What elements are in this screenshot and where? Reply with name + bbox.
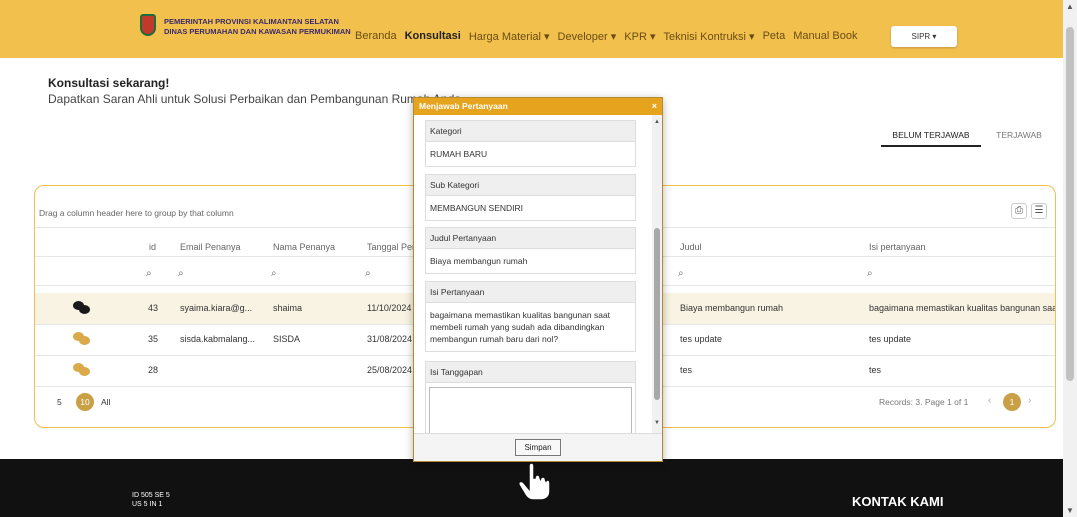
isi-pertanyaan-value: bagaimana memastikan kualitas bangunan s…: [426, 303, 635, 351]
nav-item-harga-material[interactable]: Harga Material ▾: [469, 30, 550, 43]
filter-search-icon[interactable]: ⌕: [146, 268, 152, 279]
brand-text[interactable]: PEMERINTAH PROVINSI KALIMANTAN SELATAN D…: [164, 17, 351, 37]
visitor-stats-line-1: ID 505 SE 5: [132, 492, 170, 499]
cell-id: 28: [148, 365, 159, 375]
chat-bubble-front: [79, 367, 90, 376]
page-size-10[interactable]: 10: [76, 393, 94, 411]
page-number[interactable]: 1: [1003, 393, 1021, 411]
nav-item-teknisi-kontruksi[interactable]: Teknisi Kontruksi ▾: [663, 30, 754, 43]
cell-tanggal: 31/08/2024: [367, 334, 413, 344]
cell-isi: tes update: [869, 334, 912, 344]
save-button[interactable]: Simpan: [515, 439, 561, 456]
dialog-footer: Simpan: [414, 433, 662, 461]
kategori-label: Kategori: [426, 121, 635, 142]
nav-item-kpr[interactable]: KPR ▾: [624, 30, 655, 43]
tab-belum-terjawab[interactable]: BELUM TERJAWAB: [881, 124, 981, 147]
judul-field: Judul Pertanyaan Biaya membangun rumah: [425, 227, 636, 274]
brand-line-2: DINAS PERUMAHAN DAN KAWASAN PERMUKIMAN: [164, 27, 351, 36]
contact-heading: KONTAK KAMI: [852, 494, 944, 509]
page-scrollbar-thumb[interactable]: [1066, 27, 1074, 381]
nav-item-peta[interactable]: Peta: [763, 30, 786, 43]
chat-bubble-front: [79, 336, 90, 345]
kategori-value: RUMAH BARU: [426, 142, 635, 166]
cell-id: 35: [148, 334, 159, 344]
scroll-up-icon[interactable]: ▲: [654, 119, 660, 125]
judul-value: Biaya membangun rumah: [426, 249, 635, 273]
subkategori-field: Sub Kategori MEMBANGUN SENDIRI: [425, 174, 636, 221]
page-subtitle: Dapatkan Saran Ahli untuk Solusi Perbaik…: [48, 92, 461, 106]
scroll-up-icon[interactable]: ▲: [1066, 2, 1074, 11]
chat-bubbles-icon[interactable]: [73, 332, 91, 346]
visitor-stats-line-2: US 5 IN 1: [132, 501, 163, 508]
cell-isi: tes: [869, 365, 882, 375]
cell-tanggal: 11/10/2024: [367, 303, 412, 313]
isi-pertanyaan-field: Isi Pertanyaan bagaimana memastikan kual…: [425, 281, 636, 352]
cell-nama: shaima: [273, 303, 303, 313]
prev-page-icon[interactable]: ‹: [988, 395, 991, 406]
top-navbar: PEMERINTAH PROVINSI KALIMANTAN SELATAN D…: [0, 0, 1063, 58]
main-nav: Beranda Konsultasi Harga Material ▾ Deve…: [355, 30, 857, 43]
dialog-body: Kategori RUMAH BARU Sub Kategori MEMBANG…: [414, 115, 662, 433]
dialog-scrollbar-thumb[interactable]: [654, 228, 660, 400]
cell-email: syaima.kiara@g...: [180, 303, 253, 313]
group-panel-hint[interactable]: Drag a column header here to group by th…: [39, 208, 234, 218]
column-header-judul[interactable]: Judul: [680, 242, 702, 252]
answer-dialog: Menjawab Pertanyaan × Kategori RUMAH BAR…: [413, 97, 663, 462]
brand-line-1: PEMERINTAH PROVINSI KALIMANTAN SELATAN: [164, 17, 339, 26]
isi-pertanyaan-label: Isi Pertanyaan: [426, 282, 635, 303]
scroll-down-icon[interactable]: ▼: [1066, 506, 1074, 515]
next-page-icon[interactable]: ›: [1028, 395, 1031, 406]
dialog-header[interactable]: Menjawab Pertanyaan ×: [414, 98, 662, 115]
page-size-5[interactable]: 5: [57, 397, 62, 407]
records-info: Records: 3. Page 1 of 1: [879, 397, 969, 407]
column-header-isi[interactable]: Isi pertanyaan: [869, 242, 926, 252]
dialog-scrollbar[interactable]: ▲ ▼: [652, 115, 662, 433]
kategori-field: Kategori RUMAH BARU: [425, 120, 636, 167]
visitor-flag-counter[interactable]: ID 505 SE 5 US 5 IN 1: [132, 491, 242, 517]
filter-search-icon[interactable]: ⌕: [271, 268, 277, 279]
tab-terjawab[interactable]: TERJAWAB: [990, 124, 1048, 147]
nav-item-developer[interactable]: Developer ▾: [558, 30, 617, 43]
column-header-id[interactable]: id: [149, 242, 156, 252]
province-logo-icon[interactable]: [140, 14, 156, 36]
export-icon[interactable]: ⎙: [1011, 203, 1027, 219]
chat-bubble-front: [79, 305, 90, 314]
page-title: Konsultasi sekarang!: [48, 76, 170, 90]
column-header-email[interactable]: Email Penanya: [180, 242, 241, 252]
filter-search-icon[interactable]: ⌕: [365, 268, 371, 279]
filter-search-icon[interactable]: ⌕: [178, 268, 184, 279]
nav-item-beranda[interactable]: Beranda: [355, 30, 397, 43]
column-chooser-icon[interactable]: ☰: [1031, 203, 1047, 219]
cell-nama: SISDA: [273, 334, 301, 344]
hand-pointer-icon: [517, 462, 551, 501]
cell-id: 43: [148, 303, 159, 313]
close-icon[interactable]: ×: [652, 98, 657, 115]
cell-judul: tes: [680, 365, 693, 375]
cell-judul: tes update: [680, 334, 723, 344]
scroll-down-icon[interactable]: ▼: [654, 420, 660, 426]
cell-judul: Biaya membangun rumah: [680, 303, 784, 313]
nav-item-manual-book[interactable]: Manual Book: [793, 30, 857, 43]
cell-tanggal: 25/08/2024: [367, 365, 413, 375]
dialog-title: Menjawab Pertanyaan: [419, 101, 508, 111]
cell-email: sisda.kabmalang...: [180, 334, 256, 344]
cell-isi: bagaimana memastikan kualitas bangunan s…: [869, 303, 1055, 313]
chat-bubbles-icon[interactable]: [73, 363, 91, 377]
subkategori-value: MEMBANGUN SENDIRI: [426, 196, 635, 220]
tanggapan-textarea[interactable]: [429, 387, 632, 433]
filter-search-icon[interactable]: ⌕: [867, 268, 873, 279]
nav-item-konsultasi[interactable]: Konsultasi: [405, 30, 461, 43]
page-size-all[interactable]: All: [101, 397, 110, 407]
isi-tanggapan-label: Isi Tanggapan: [426, 362, 635, 383]
filter-search-icon[interactable]: ⌕: [678, 268, 684, 279]
column-header-tanggal[interactable]: Tanggal Per: [367, 242, 415, 252]
subkategori-label: Sub Kategori: [426, 175, 635, 196]
user-menu-button[interactable]: SIPR ▾: [891, 26, 957, 47]
page-scrollbar[interactable]: ▲ ▼: [1063, 0, 1077, 517]
chat-bubbles-icon[interactable]: [73, 301, 91, 315]
column-header-nama[interactable]: Nama Penanya: [273, 242, 335, 252]
judul-label: Judul Pertanyaan: [426, 228, 635, 249]
isi-tanggapan-field: Isi Tanggapan: [425, 361, 636, 433]
